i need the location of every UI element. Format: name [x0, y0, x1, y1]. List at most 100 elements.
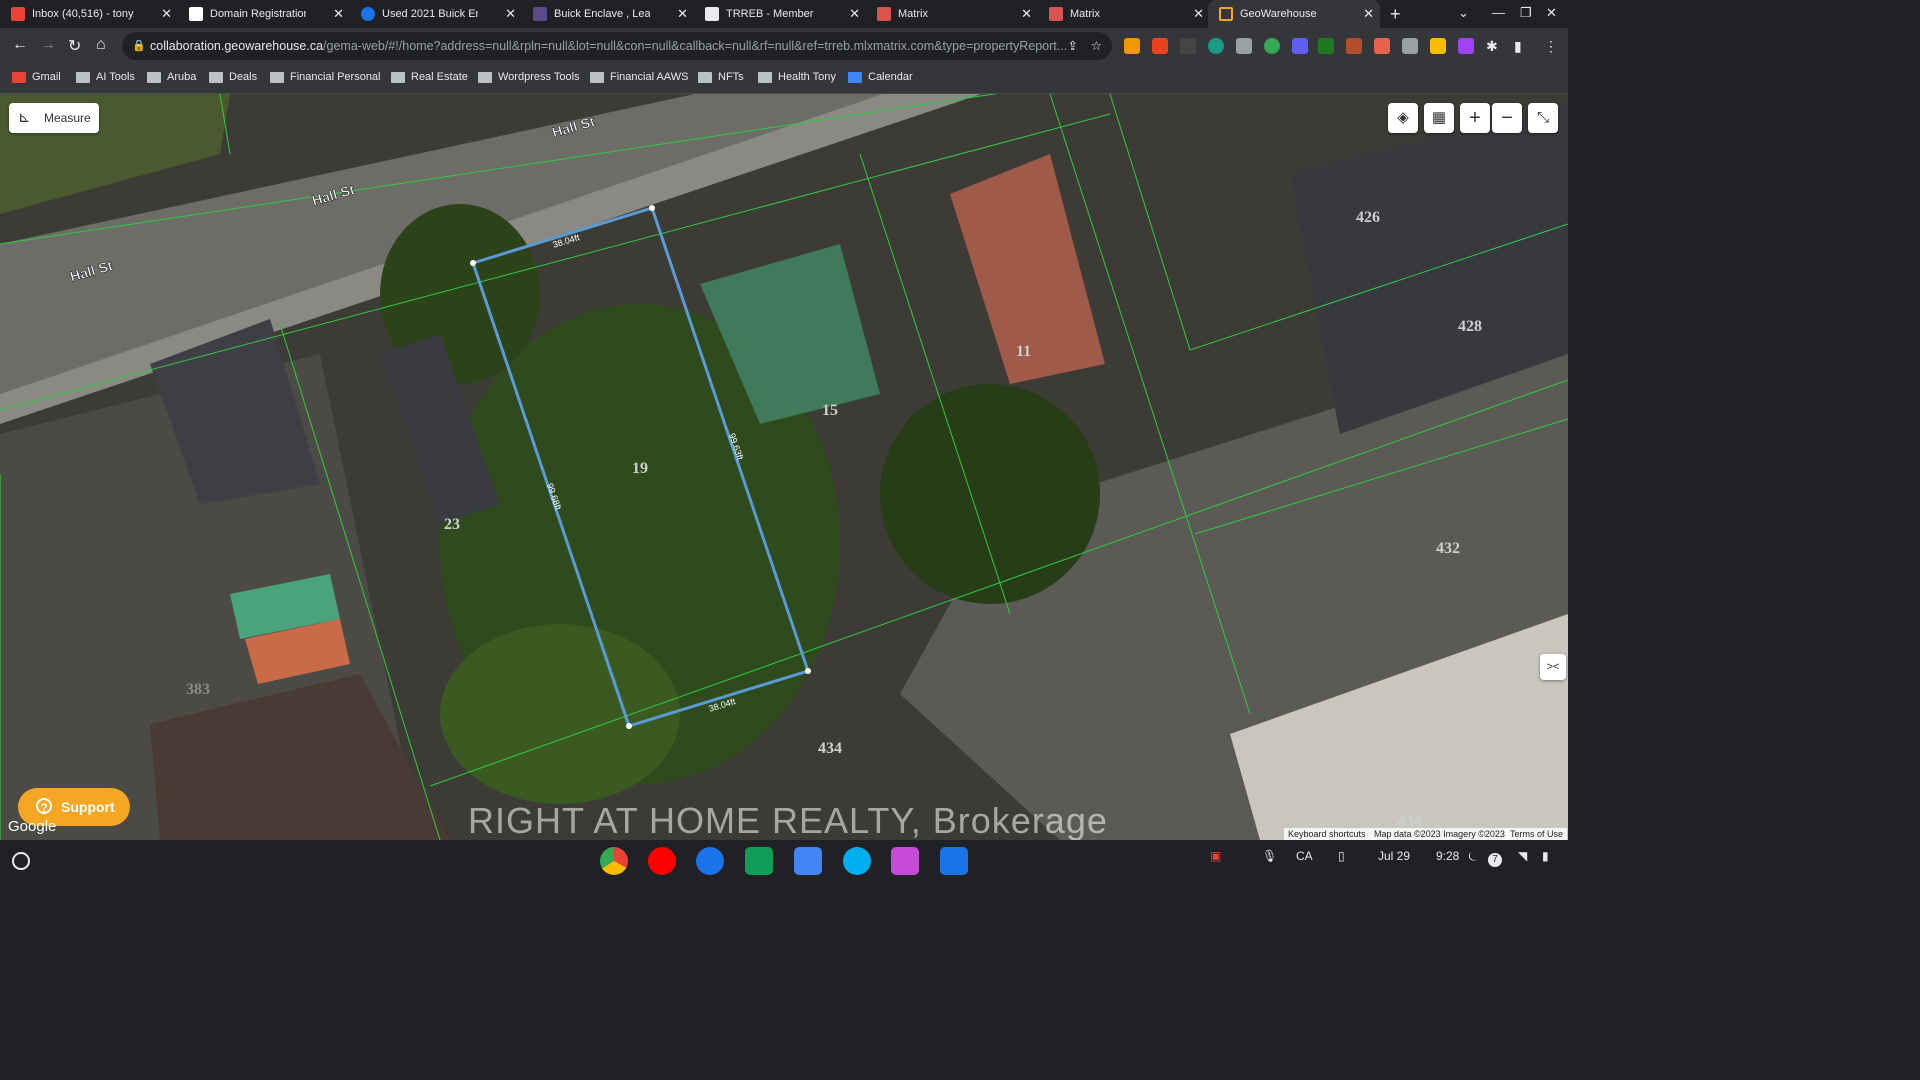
side-panel-icon[interactable]: ▮ [1514, 38, 1522, 55]
reload-icon[interactable]: ↻ [68, 36, 81, 56]
help-icon: ? [36, 798, 52, 815]
new-tab-icon[interactable]: + [1390, 4, 1401, 25]
close-icon[interactable]: ✕ [1021, 6, 1032, 22]
do-not-disturb-icon[interactable]: ⏾ [1468, 849, 1478, 864]
bookmark-label: Health Tony [778, 71, 836, 83]
extension-icon-10[interactable] [1374, 38, 1390, 54]
bookmark-folder-deals[interactable]: Deals [209, 71, 257, 83]
microphone-icon[interactable]: 🎙 [1262, 849, 1277, 863]
extension-icon-6[interactable] [1264, 38, 1280, 54]
extension-icon-12[interactable] [1430, 38, 1446, 54]
bookmark-folder-financial-aaws[interactable]: Financial AAWS [590, 71, 688, 83]
bookmark-label: Real Estate [411, 71, 468, 83]
tab-buick-lease[interactable]: Buick Enclave , Lease Tak ✕ [522, 0, 694, 28]
calendar-app-icon[interactable] [794, 847, 822, 875]
bookmark-folder-aruba[interactable]: Aruba [147, 71, 196, 83]
fullscreen-button[interactable]: ⤡ [1528, 103, 1558, 133]
tab-gmail[interactable]: Inbox (40,516) - tony.sla ✕ [0, 0, 178, 28]
window-close-icon[interactable]: ✕ [1546, 5, 1557, 21]
tab-strip: Inbox (40,516) - tony.sla ✕ Domain Regis… [0, 0, 1568, 28]
map-view[interactable]: Hall St Hall St Hall St 38.04ft 99.63ft … [0, 94, 1568, 840]
tab-search-icon[interactable]: ⌄ [1458, 5, 1469, 21]
back-icon[interactable]: ← [12, 36, 28, 54]
home-button-icon[interactable]: ⌂ [96, 36, 106, 54]
tab-matrix-2[interactable]: Matrix ✕ [1038, 0, 1210, 28]
tab-title: Used 2021 Buick Enclave [382, 8, 478, 20]
chrome-icon[interactable] [600, 847, 628, 875]
screen-capture-icon[interactable]: ▣ [1210, 849, 1221, 863]
close-icon[interactable]: ✕ [677, 6, 688, 22]
extensions-puzzle-icon[interactable]: ✱ [1486, 38, 1498, 55]
extension-icon-4[interactable] [1208, 38, 1224, 54]
bookmark-calendar[interactable]: Calendar [848, 71, 913, 83]
notification-count[interactable]: 7 [1488, 853, 1502, 867]
share-icon[interactable]: ⇪ [1068, 32, 1078, 60]
extension-icon-5[interactable] [1236, 38, 1252, 54]
close-icon[interactable]: ✕ [1193, 6, 1204, 22]
folder-icon [758, 72, 772, 83]
photo-app-icon[interactable] [891, 847, 919, 875]
folder-icon [590, 72, 604, 83]
tab-matrix-1[interactable]: Matrix ✕ [866, 0, 1038, 28]
terms-of-use-link[interactable]: Terms of Use [1506, 828, 1568, 840]
youtube-icon[interactable] [648, 847, 676, 875]
parcel-vertex[interactable] [626, 723, 632, 729]
close-icon[interactable]: ✕ [505, 6, 516, 22]
bookmark-folder-financial-personal[interactable]: Financial Personal [270, 71, 381, 83]
tab-used-buick[interactable]: Used 2021 Buick Enclave ✕ [350, 0, 522, 28]
keyboard-shortcuts-link[interactable]: Keyboard shortcuts [1284, 828, 1370, 840]
phone-hub-icon[interactable]: ▯ [1338, 849, 1345, 863]
side-expand-button[interactable]: >< [1540, 654, 1566, 680]
lot-number: 15 [822, 402, 838, 419]
maximize-icon[interactable]: ❐ [1520, 5, 1532, 21]
close-icon[interactable]: ✕ [161, 6, 172, 22]
close-icon[interactable]: ✕ [849, 6, 860, 22]
star-icon[interactable]: ☆ [1091, 32, 1102, 60]
bookmark-folder-real-estate[interactable]: Real Estate [391, 71, 468, 83]
parcel-vertex[interactable] [470, 260, 476, 266]
lot-number: 383 [186, 681, 210, 698]
forward-icon[interactable]: → [40, 36, 56, 54]
close-icon[interactable]: ✕ [1363, 6, 1374, 22]
minimize-icon[interactable]: — [1492, 5, 1505, 20]
date[interactable]: Jul 29 [1378, 849, 1410, 863]
files-icon[interactable] [940, 847, 968, 875]
close-icon[interactable]: ✕ [333, 6, 344, 22]
tab-trreb[interactable]: TRREB - Member ✕ [694, 0, 866, 28]
tab-domain-registration[interactable]: Domain Registration - Do ✕ [178, 0, 350, 28]
extension-icon-7[interactable] [1292, 38, 1308, 54]
extension-icon-11[interactable] [1402, 38, 1418, 54]
bookmark-folder-nfts[interactable]: NFTs [698, 71, 744, 83]
bookmark-gmail[interactable]: Gmail [12, 71, 61, 83]
extension-icon-1[interactable] [1124, 38, 1140, 54]
extension-icon-9[interactable] [1346, 38, 1362, 54]
map-type-button[interactable]: ▦ [1424, 103, 1454, 133]
wifi-icon[interactable]: ◥ [1518, 849, 1527, 863]
menu-icon[interactable]: ⋮ [1544, 38, 1558, 55]
bookmark-folder-health-tony[interactable]: Health Tony [758, 71, 836, 83]
zoom-out-button[interactable]: − [1492, 103, 1522, 133]
tab-geowarehouse[interactable]: GeoWarehouse ✕ [1208, 0, 1380, 28]
home-icon [1219, 7, 1233, 21]
calendar-icon [848, 72, 862, 83]
zoom-in-button[interactable]: + [1460, 103, 1490, 133]
extension-icon-2[interactable] [1152, 38, 1168, 54]
battery-icon[interactable]: ▮ [1542, 849, 1549, 863]
bookmark-folder-wordpress-tools[interactable]: Wordpress Tools [478, 71, 580, 83]
layers-button[interactable]: ◈ [1388, 103, 1418, 133]
launcher-icon[interactable] [12, 852, 30, 870]
parcel-vertex[interactable] [649, 205, 655, 211]
input-method[interactable]: CA [1296, 849, 1313, 863]
extension-icon-13[interactable] [1458, 38, 1474, 54]
extension-icon-8[interactable] [1318, 38, 1334, 54]
measure-button[interactable]: ⊾ Measure [9, 103, 99, 133]
skype-icon[interactable] [843, 847, 871, 875]
clock[interactable]: 9:28 [1436, 849, 1459, 863]
folder-icon [76, 72, 90, 83]
address-bar[interactable]: 🔒 collaboration.geowarehouse.ca/gema-web… [122, 32, 1112, 60]
parcel-vertex[interactable] [805, 668, 811, 674]
bookmark-folder-ai-tools[interactable]: AI Tools [76, 71, 135, 83]
messages-icon[interactable] [696, 847, 724, 875]
sheets-icon[interactable] [745, 847, 773, 875]
extension-icon-3[interactable] [1180, 38, 1196, 54]
